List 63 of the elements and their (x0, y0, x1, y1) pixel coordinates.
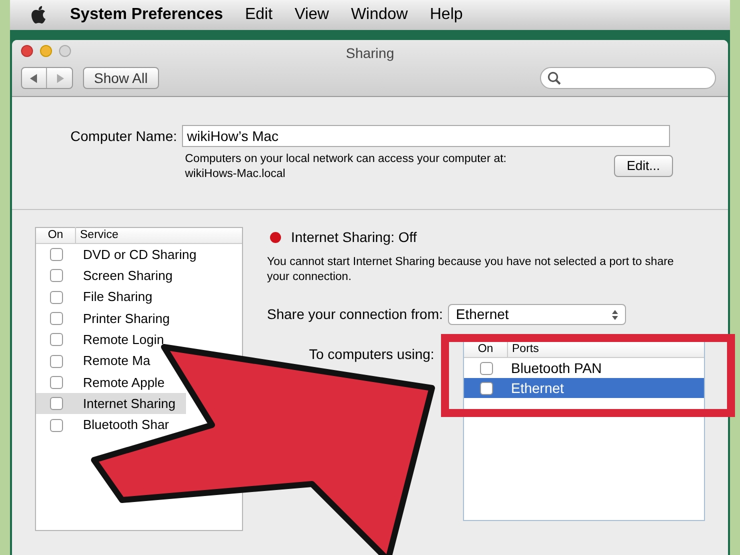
column-header[interactable]: Ports (508, 340, 539, 358)
checkbox[interactable] (50, 269, 63, 282)
list-item-label: Ethernet (511, 378, 564, 398)
list-row[interactable]: Bluetooth PAN (464, 358, 704, 378)
list-row[interactable]: Printer Sharing (36, 308, 170, 330)
list-row[interactable]: Remote Login (36, 329, 164, 350)
up-down-arrows-icon (612, 310, 618, 320)
checkbox[interactable] (50, 418, 63, 432)
checkbox[interactable] (480, 362, 493, 374)
share-from-label: Share your connection from: (267, 305, 443, 324)
list-row[interactable]: Remote Apple (36, 372, 165, 394)
menu-item[interactable]: View (294, 3, 329, 27)
column-header[interactable]: On (36, 226, 76, 244)
list-item-label: File Sharing (83, 288, 152, 306)
network-note: Computers on your local network can access your computer at: (185, 152, 507, 167)
menu-item[interactable]: Edit (244, 3, 273, 27)
to-computers-label: To computers using: (309, 345, 436, 364)
window-title: Sharing (346, 44, 394, 63)
left-triangle-icon (30, 74, 38, 82)
computer-name-field[interactable]: wikiHow’s Mac (182, 125, 670, 147)
apple-logo-icon[interactable] (30, 5, 48, 25)
list-item-label: Remote Ma (83, 352, 150, 370)
menu-item[interactable]: Window (350, 3, 408, 27)
menu-item[interactable]: Help (430, 3, 463, 27)
list-item-label: Remote Apple (83, 374, 165, 392)
checkbox[interactable] (480, 382, 493, 394)
list-row[interactable]: Bluetooth Shar (36, 414, 170, 436)
list-item-label: Bluetooth Shar (83, 416, 170, 434)
list-row[interactable]: Internet Sharing (36, 393, 186, 414)
list-item-label: Remote Login (83, 331, 164, 350)
list-row[interactable]: File Sharing (36, 286, 152, 308)
status-description: You cannot start Internet Sharing because you have not selected a port to share your connection. (267, 255, 675, 285)
menu-item[interactable]: System Preferences (70, 3, 223, 27)
checkbox[interactable] (50, 354, 63, 368)
list-row[interactable]: Ethernet (464, 378, 704, 398)
column-header[interactable]: On (464, 340, 508, 358)
list-item-label: DVD or CD Sharing (83, 246, 196, 264)
column-header[interactable]: Service (76, 226, 118, 244)
status-label: Internet Sharing: Off (291, 228, 417, 247)
minimize-icon[interactable] (40, 45, 52, 57)
checkbox[interactable] (50, 333, 63, 346)
list-item-label: Bluetooth PAN (511, 358, 602, 378)
list-row[interactable]: Remote Ma (36, 350, 150, 372)
checkbox[interactable] (50, 248, 63, 262)
list-item-label: Printer Sharing (83, 310, 170, 328)
computer-name-label: Computer Name: (69, 126, 178, 146)
checkbox[interactable] (50, 397, 63, 410)
local-address: wikiHows-Mac.local (185, 167, 286, 182)
list-row[interactable]: Screen Sharing (36, 265, 173, 287)
close-icon[interactable] (21, 45, 33, 57)
search-icon (547, 71, 561, 85)
zoom-icon[interactable] (59, 45, 71, 57)
list-item-label: Internet Sharing (83, 394, 176, 413)
share-from-popup[interactable]: Ethernet (448, 304, 626, 325)
checkbox[interactable] (50, 376, 63, 389)
checkbox[interactable] (50, 290, 63, 304)
checkbox[interactable] (50, 312, 63, 326)
list-item-label: Screen Sharing (83, 267, 173, 286)
search-field[interactable] (540, 67, 716, 89)
edit-button[interactable]: Edit... (614, 155, 673, 177)
right-triangle-icon (56, 74, 64, 82)
show-all-button[interactable]: Show All (83, 67, 159, 89)
list-row[interactable]: DVD or CD Sharing (36, 244, 196, 266)
